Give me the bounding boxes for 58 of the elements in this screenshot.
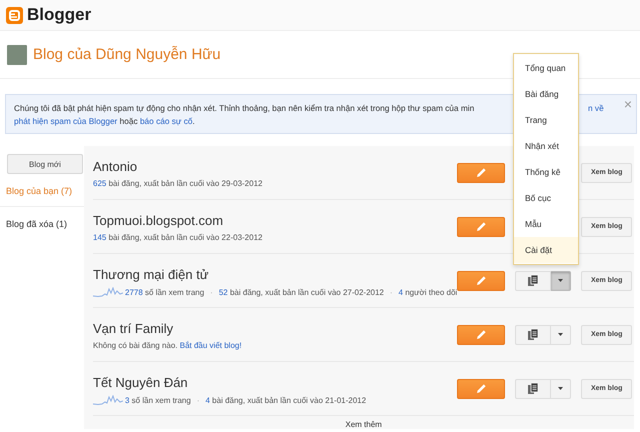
blog-name[interactable]: Tết Nguyên Đán bbox=[93, 374, 458, 390]
menu-item[interactable]: Bố cục bbox=[514, 185, 578, 211]
posts-button[interactable] bbox=[515, 270, 552, 290]
blog-stat: Không có bài đăng nào. bbox=[93, 341, 179, 350]
blog-stat: 3 số lần xem trang bbox=[125, 396, 191, 404]
separator-dot: · bbox=[390, 288, 393, 296]
sidebar-item[interactable]: Blog đã xóa (1) bbox=[0, 207, 84, 240]
pencil-icon bbox=[476, 221, 487, 232]
blog-stat: 2778 số lần xem trang bbox=[125, 288, 204, 296]
documents-icon bbox=[528, 275, 538, 286]
blog-name[interactable]: Antonio bbox=[93, 159, 458, 174]
logo-text: Blogger bbox=[27, 5, 92, 25]
caret-icon bbox=[558, 387, 564, 390]
photo-placeholder bbox=[7, 44, 27, 64]
menu-item[interactable]: Nhận xét bbox=[514, 133, 578, 159]
blog-stat: 52 bài đăng, xuất bản lần cuối vào 27-02-2012 bbox=[218, 288, 384, 296]
pencil-icon bbox=[476, 275, 487, 286]
edit-button[interactable] bbox=[457, 270, 506, 290]
posts-button[interactable] bbox=[515, 378, 552, 398]
notice-link[interactable]: báo cáo sự cố bbox=[140, 116, 193, 126]
menu-item[interactable]: Thống kê bbox=[514, 159, 578, 185]
menu-item[interactable]: Mẫu bbox=[514, 211, 578, 237]
separator-dot: · bbox=[196, 396, 200, 404]
blog-name[interactable]: Topmuoi.blogspot.com bbox=[93, 213, 458, 228]
dropdown-button[interactable] bbox=[551, 378, 572, 398]
caret-icon bbox=[558, 333, 564, 336]
blog-name[interactable]: Thương mại điện tử bbox=[93, 266, 458, 282]
pencil-icon bbox=[476, 167, 487, 178]
separator-dot: · bbox=[210, 288, 213, 296]
new-blog-button[interactable]: Blog mới bbox=[7, 154, 83, 174]
menu-item[interactable]: Cài đặt bbox=[514, 237, 578, 263]
notice-text: . bbox=[192, 116, 195, 126]
pencil-icon bbox=[476, 329, 487, 340]
menu-item[interactable]: Bài đăng bbox=[514, 81, 578, 107]
edit-button[interactable] bbox=[457, 378, 506, 398]
more-link[interactable]: Xem thêm bbox=[345, 420, 382, 429]
blog-stat: 4 người theo dõi bbox=[398, 288, 458, 296]
edit-button[interactable] bbox=[457, 324, 506, 344]
caret-icon bbox=[558, 279, 564, 282]
blog-stat: 4 bài đăng, xuất bản lần cuối vào 21-01-2012 bbox=[206, 396, 366, 404]
logo-icon bbox=[6, 6, 23, 24]
edit-button[interactable] bbox=[457, 216, 506, 236]
menu-item[interactable]: Tổng quan bbox=[514, 55, 578, 81]
edit-button[interactable] bbox=[457, 162, 506, 182]
notice-text: hoặc bbox=[118, 116, 139, 126]
dropdown-button[interactable] bbox=[551, 270, 572, 290]
pencil-icon bbox=[476, 383, 487, 394]
documents-icon bbox=[528, 383, 538, 394]
notice-link[interactable]: phát hiện spam của Blogger bbox=[14, 116, 118, 126]
notice-text: Chúng tôi đã bật phát hiện spam tự động cho nhận xét. Thỉnh thoảng, bạn nên kiểm tra nhận xét trong hộp thư spam của min bbox=[14, 102, 476, 115]
menu-item[interactable]: Trang bbox=[514, 107, 578, 133]
dropdown-button[interactable] bbox=[551, 324, 572, 344]
start-writing-link[interactable]: Bắt đầu viết blog! bbox=[180, 341, 242, 350]
blog-name[interactable]: Vạn trí Family bbox=[93, 321, 458, 336]
documents-icon bbox=[528, 329, 538, 340]
posts-button[interactable] bbox=[515, 324, 552, 344]
blog-stat: 625 bài đăng, xuất bản lần cuối vào 29-03-2012 bbox=[93, 179, 262, 188]
blog-stat: 145 bài đăng, xuất bản lần cuối vào 22-03-2012 bbox=[93, 233, 262, 242]
